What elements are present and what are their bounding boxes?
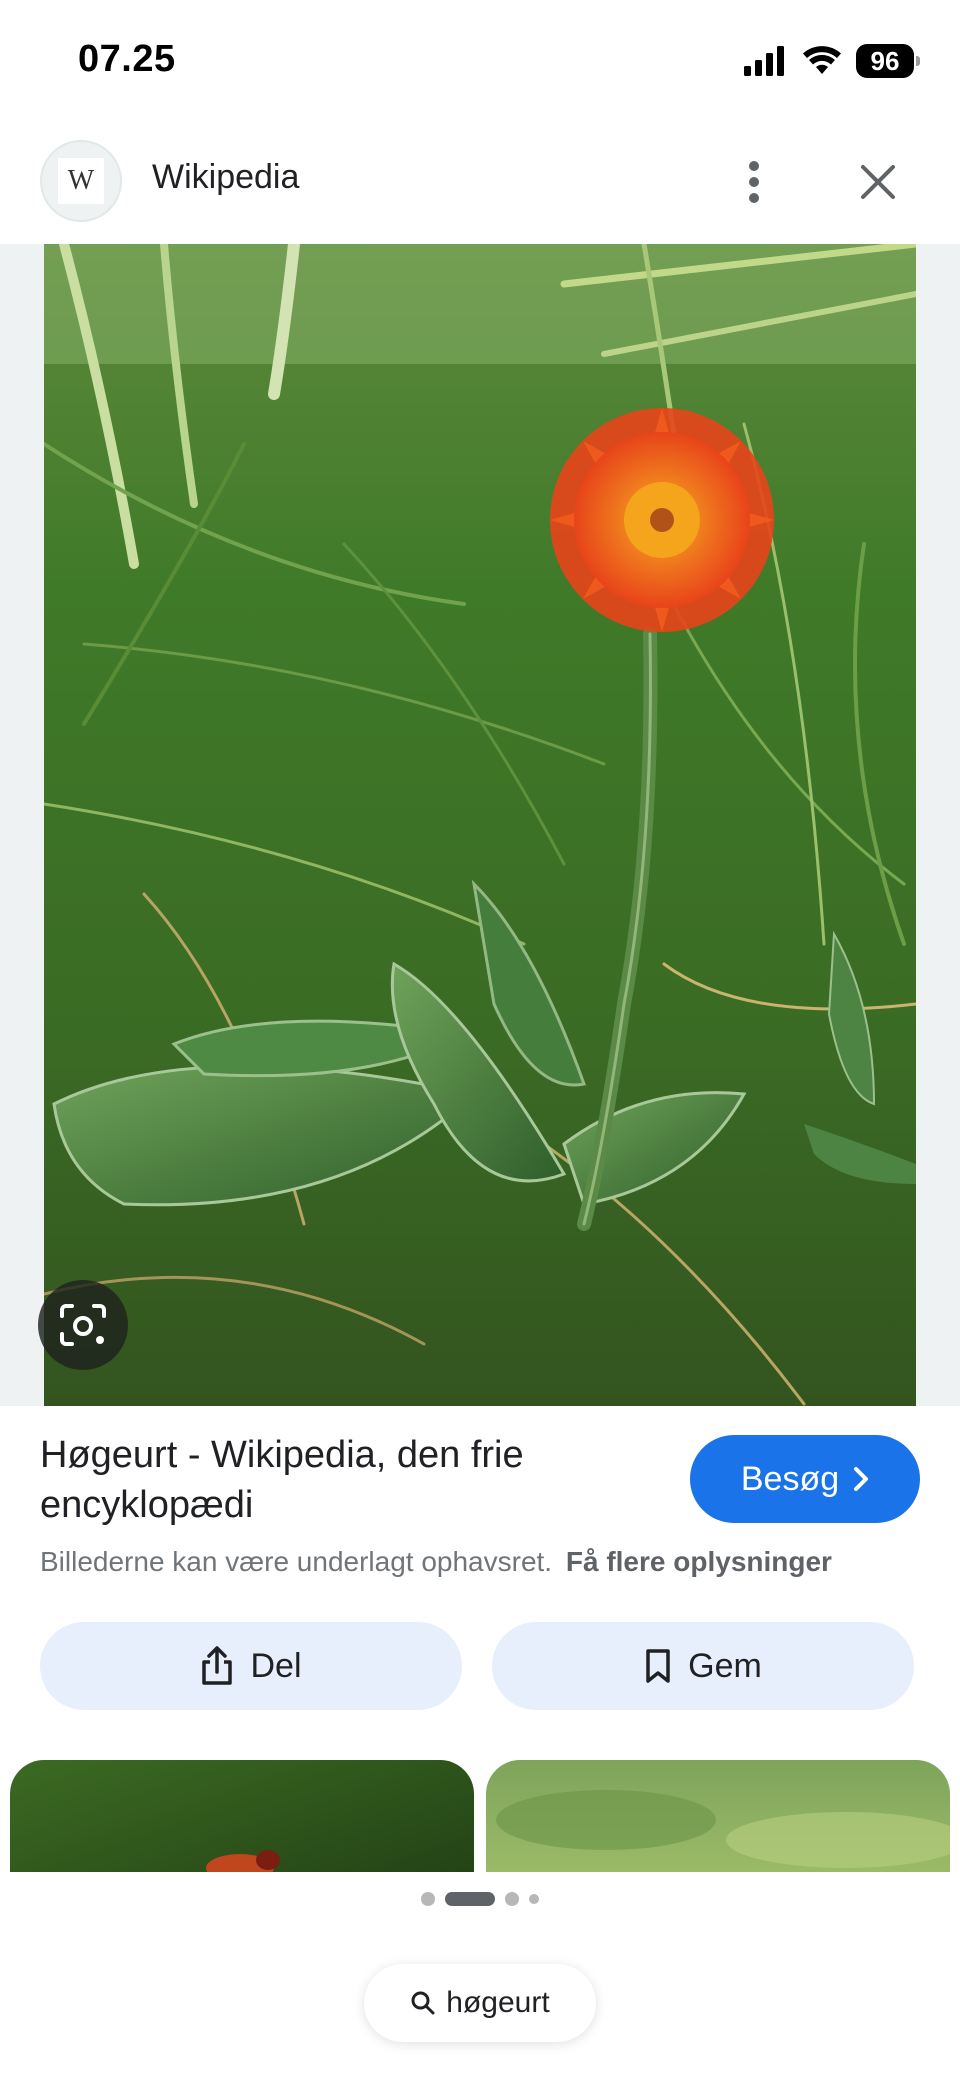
more-options-button[interactable] — [732, 150, 776, 214]
status-time: 07.25 — [78, 38, 176, 80]
result-image[interactable] — [44, 244, 916, 1406]
save-button[interactable]: Gem — [492, 1622, 914, 1710]
related-image-2-photo — [486, 1760, 950, 1872]
share-button-label: Del — [250, 1646, 302, 1685]
wikipedia-logo-icon: W — [40, 140, 122, 222]
share-button[interactable]: Del — [40, 1622, 462, 1710]
search-query-pill[interactable]: høgeurt — [364, 1964, 596, 2042]
result-header: W Wikipedia — [0, 122, 960, 244]
close-icon — [861, 165, 895, 199]
related-images — [0, 1760, 960, 1872]
close-button[interactable] — [846, 150, 910, 214]
pagination-dot — [505, 1892, 519, 1906]
more-vert-icon — [749, 161, 759, 203]
save-button-label: Gem — [688, 1646, 762, 1685]
status-icons: 96 — [744, 42, 920, 80]
wifi-icon — [803, 46, 841, 74]
more-info-link[interactable]: Få flere oplysninger — [566, 1546, 832, 1577]
status-bar: 07.25 96 — [0, 0, 960, 122]
pagination-dot-active — [445, 1892, 495, 1906]
pagination-dots — [0, 1892, 960, 1906]
google-lens-icon — [60, 1304, 106, 1346]
image-viewer — [0, 244, 960, 1406]
flower-photo — [44, 244, 916, 1406]
chevron-right-icon — [854, 1467, 869, 1491]
bottom-bar: høgeurt — [0, 1872, 960, 2078]
visit-button-label: Besøg — [740, 1459, 840, 1498]
related-image-2[interactable] — [486, 1760, 950, 1872]
related-image-1[interactable] — [10, 1760, 474, 1872]
pagination-dot — [421, 1892, 435, 1906]
battery-icon: 96 — [856, 44, 920, 78]
site-name: Wikipedia — [152, 158, 300, 196]
copyright-text: Billederne kan være underlagt ophavsret. — [40, 1546, 553, 1577]
visit-button[interactable]: Besøg — [690, 1435, 920, 1523]
search-query: høgeurt — [446, 1986, 550, 2019]
bookmark-icon — [646, 1649, 670, 1683]
related-image-1-photo — [10, 1760, 474, 1872]
signal-icon — [744, 46, 784, 76]
pagination-dot — [529, 1894, 539, 1904]
result-title[interactable]: Høgeurt - Wikipedia, den frie encyklopæd… — [40, 1430, 640, 1530]
share-icon — [202, 1646, 233, 1685]
wikipedia-logo-letter: W — [58, 158, 104, 204]
search-icon — [411, 1991, 435, 2015]
google-lens-button[interactable] — [38, 1280, 128, 1370]
copyright-notice: Billederne kan være underlagt ophavsret.… — [40, 1546, 930, 1578]
